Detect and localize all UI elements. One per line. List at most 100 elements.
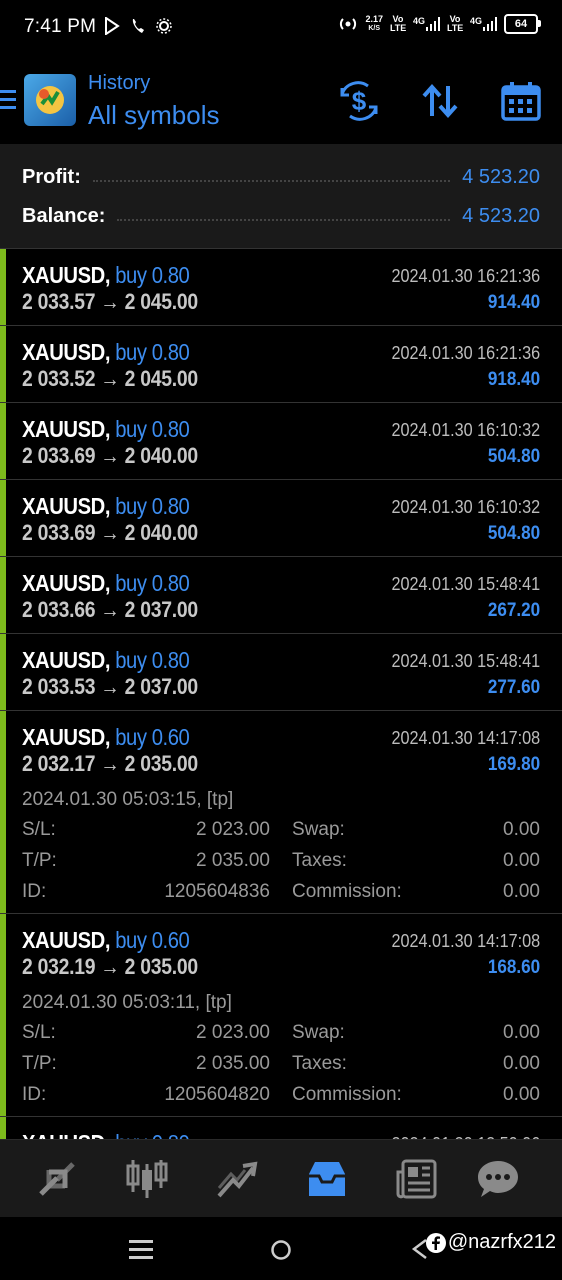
tp-value: 2 035.00 xyxy=(196,1053,270,1074)
deal-prices: 2 033.57 → 2 045.00 xyxy=(22,289,198,315)
swap-label: Swap: xyxy=(292,1022,345,1043)
price-arrow-icon: → xyxy=(100,443,120,468)
sim2-volte: Vo LTE xyxy=(446,14,464,33)
close-price: 2 045.00 xyxy=(124,366,199,391)
id-label: ID: xyxy=(22,881,47,902)
deal-row[interactable]: XAUUSD, buy 0.60 2 032.19 → 2 035.00 2024.… xyxy=(0,914,562,1117)
swap-value: 0.00 xyxy=(503,819,540,840)
profit-row: Profit: 4 523.20 xyxy=(22,162,540,192)
tp-value: 2 035.00 xyxy=(196,850,270,871)
open-price: 2 033.66 xyxy=(22,597,96,622)
status-bar: 7:41 PM 2.17 K/S Vo LTE 4G Vo LTE 4G 64 xyxy=(0,0,562,58)
deal-details: 2024.01.30 05:03:15, [tp] S/L: 2 023.00 Swa… xyxy=(0,787,562,913)
history-icon[interactable] xyxy=(305,1158,349,1200)
open-price: 2 033.52 xyxy=(22,366,96,391)
battery-icon: 64 xyxy=(504,14,541,34)
home-icon[interactable] xyxy=(270,1239,292,1261)
deal-row[interactable]: XAUUSD, buy 0.80 2 033.57 → 2 045.00 2024.… xyxy=(0,249,562,326)
deal-row[interactable]: XAUUSD, buy 0.80 2 033.52 → 2 045.00 2024.… xyxy=(0,326,562,403)
deal-side-volume: buy 0.80 xyxy=(115,262,190,288)
commission-label: Commission: xyxy=(292,881,402,902)
price-arrow-icon: → xyxy=(100,751,120,776)
deal-side-volume: buy 0.80 xyxy=(115,570,190,596)
id-value: 1205604836 xyxy=(164,881,270,902)
deal-symbol: XAUUSD, buy 0.80 xyxy=(22,493,190,520)
deal-side-volume: buy 0.80 xyxy=(115,1130,190,1139)
deal-close-time: 2024.01.30 16:21:36 xyxy=(391,343,540,363)
messages-icon[interactable] xyxy=(476,1158,520,1200)
news-icon[interactable] xyxy=(395,1158,439,1200)
deal-symbol: XAUUSD, buy 0.60 xyxy=(22,724,190,751)
commission-value: 0.00 xyxy=(503,881,540,902)
deal-header: XAUUSD, buy 0.80 2 033.53 → 2 037.00 2024.… xyxy=(0,634,562,710)
dotted-leader xyxy=(92,180,451,182)
deal-prices: 2 033.52 → 2 045.00 xyxy=(22,366,198,392)
close-price: 2 040.00 xyxy=(124,443,199,468)
page-title: History xyxy=(88,72,151,94)
deal-list[interactable]: XAUUSD, buy 0.80 2 033.57 → 2 045.00 2024.… xyxy=(0,249,562,1139)
deal-close-time: 2024.01.30 15:48:41 xyxy=(391,574,540,594)
deal-side-volume: buy 0.60 xyxy=(115,927,190,953)
signal-bars-icon xyxy=(425,17,440,31)
deal-symbol: XAUUSD, buy 0.80 xyxy=(22,339,190,366)
deal-close-time: 2024.01.30 14:17:08 xyxy=(391,931,540,951)
deal-profit: 277.60 xyxy=(487,677,540,698)
balance-label: Balance: xyxy=(22,204,106,227)
deal-row[interactable]: XAUUSD, buy 0.80 2 033.69 → 2 040.00 2024.… xyxy=(0,403,562,480)
sl-value: 2 023.00 xyxy=(196,1022,270,1043)
trade-icon[interactable] xyxy=(215,1158,259,1200)
deal-side-volume: buy 0.80 xyxy=(115,339,190,365)
deal-side-volume: buy 0.80 xyxy=(115,493,190,519)
deal-header: XAUUSD, buy 0.80 2 033.57 → 2 045.00 2024.… xyxy=(0,249,562,325)
deal-row[interactable]: XAUUSD, buy 0.80 2 033.66 → 2 037.00 2024.… xyxy=(0,557,562,634)
price-arrow-icon: → xyxy=(100,366,120,391)
deal-open-time: 2024.01.30 05:03:11, [tp] xyxy=(22,992,232,1013)
price-arrow-icon: → xyxy=(100,954,120,979)
commission-label: Commission: xyxy=(292,1084,402,1105)
detail-row: ID: 1205604836 Commission: 0.00 xyxy=(22,881,540,909)
deal-row[interactable]: XAUUSD, buy 0.60 2 032.17 → 2 035.00 2024.… xyxy=(0,711,562,914)
id-label: ID: xyxy=(22,1084,47,1105)
profit-value: 4 523.20 xyxy=(462,165,540,188)
quotes-icon[interactable] xyxy=(35,1158,79,1200)
deal-profit: 169.80 xyxy=(487,754,540,775)
tp-label: T/P: xyxy=(22,850,57,871)
close-price: 2 035.00 xyxy=(124,751,199,776)
recent-apps-icon[interactable] xyxy=(129,1239,153,1261)
deal-row[interactable]: XAUUSD, buy 0.80 2 033.53 → 2 037.00 2024.… xyxy=(0,634,562,711)
deal-prices: 2 032.19 → 2 035.00 xyxy=(22,954,198,980)
svg-text:$: $ xyxy=(352,86,367,116)
balance-row: Balance: 4 523.20 xyxy=(22,201,540,231)
signal-bars-icon xyxy=(483,17,497,31)
deal-symbol: XAUUSD, buy 0.60 xyxy=(22,927,190,954)
deal-close-time: 2024.01.30 16:10:32 xyxy=(391,420,540,440)
deal-profit: 267.20 xyxy=(487,600,540,621)
deal-prices: 2 033.66 → 2 037.00 xyxy=(22,597,198,623)
tp-label: T/P: xyxy=(22,1053,57,1074)
deal-row[interactable]: XAUUSD, buy 0.80 2024.01.30 12:50:06 xyxy=(0,1117,562,1139)
deal-row[interactable]: XAUUSD, buy 0.80 2 033.69 → 2 040.00 2024.… xyxy=(0,480,562,557)
watermark-text: @nazrfx212 xyxy=(447,1231,556,1253)
close-price: 2 035.00 xyxy=(124,954,199,979)
close-price: 2 037.00 xyxy=(124,597,199,622)
sort-icon[interactable] xyxy=(419,80,461,122)
open-price: 2 032.19 xyxy=(22,954,96,979)
deal-symbol: XAUUSD, buy 0.80 xyxy=(22,1130,190,1139)
deal-header: XAUUSD, buy 0.80 2 033.69 → 2 040.00 2024.… xyxy=(0,480,562,556)
balance-value: 4 523.20 xyxy=(462,204,540,227)
sl-label: S/L: xyxy=(22,819,56,840)
status-time: 7:41 PM xyxy=(24,16,97,37)
taxes-value: 0.00 xyxy=(503,1053,540,1074)
deal-close-time: 2024.01.30 15:48:41 xyxy=(391,651,540,671)
deal-profit: 914.40 xyxy=(487,292,540,313)
symbol-filter[interactable]: All symbols xyxy=(88,100,219,131)
swap-value: 0.00 xyxy=(503,1022,540,1043)
menu-icon[interactable] xyxy=(0,88,16,112)
chart-icon[interactable] xyxy=(125,1158,169,1200)
calendar-icon[interactable] xyxy=(500,80,542,122)
deposit-filter-icon[interactable]: $ xyxy=(338,80,380,122)
watermark: @nazrfx212 xyxy=(425,1231,556,1254)
phone-icon xyxy=(132,19,144,33)
detail-row: S/L: 2 023.00 Swap: 0.00 xyxy=(22,819,540,847)
deal-side-volume: buy 0.60 xyxy=(115,724,190,750)
